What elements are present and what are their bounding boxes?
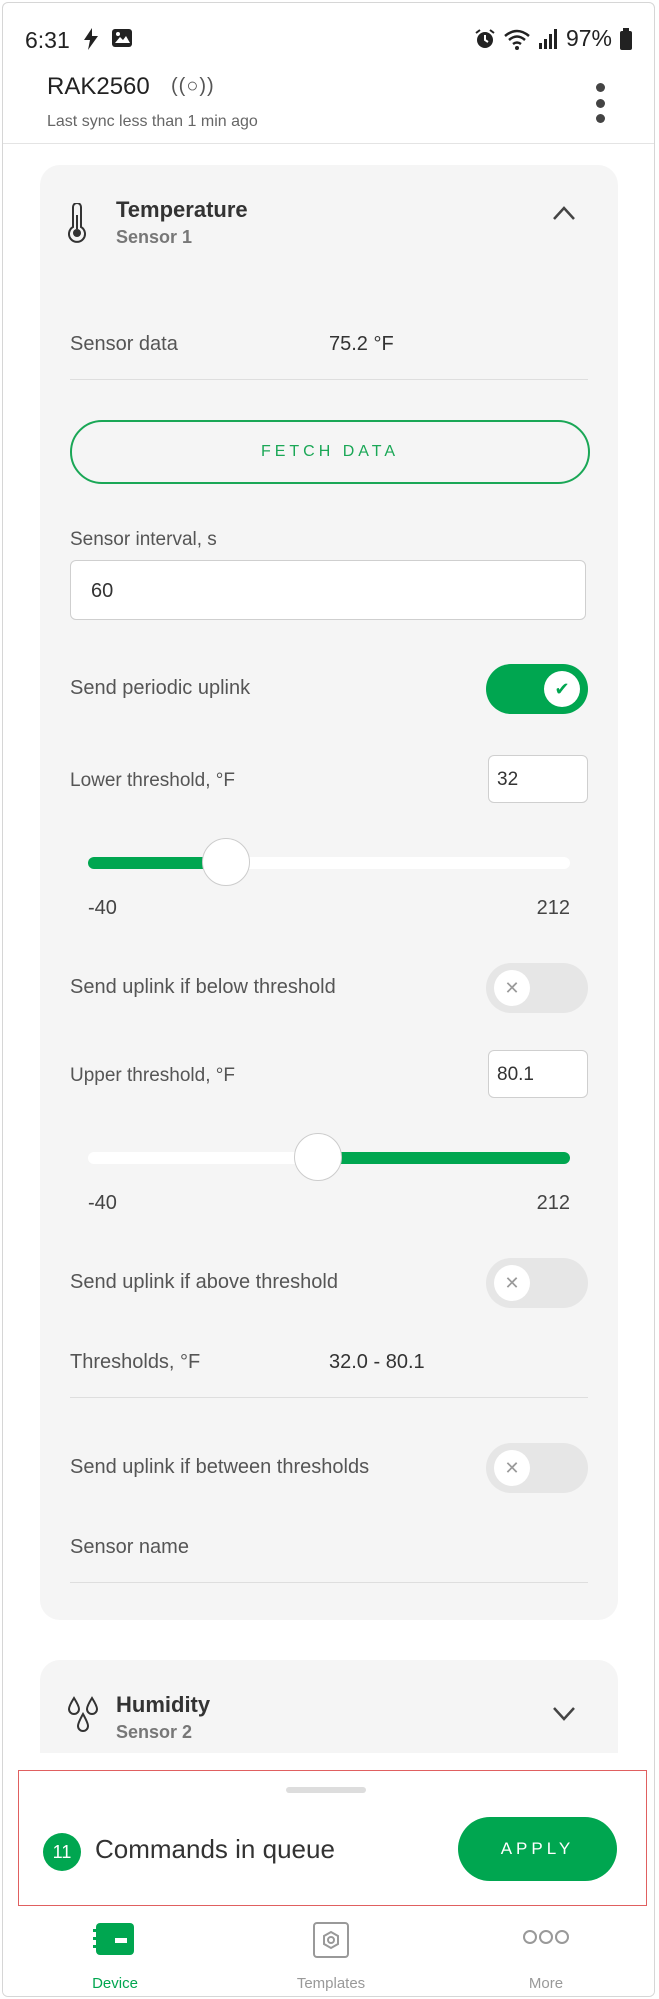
lower-threshold-slider[interactable] [88,838,570,886]
nav-more-label: More [528,1975,564,1992]
chevron-down-icon[interactable] [552,1706,576,1722]
temperature-card-header[interactable]: Temperature Sensor 1 [40,165,618,265]
periodic-uplink-label: Send periodic uplink [70,677,251,699]
templates-icon [313,1922,349,1958]
connection-icon: ((○)) [171,75,215,97]
close-icon: ✕ [494,1450,530,1486]
nav-more[interactable]: More [471,1913,621,1996]
upper-threshold-input[interactable]: 80.1 [488,1050,588,1098]
device-icon [93,1923,134,1955]
card-subtitle: Sensor 1 [116,227,193,247]
menu-dot [595,114,605,123]
card-title: Temperature [116,197,248,222]
thermometer-icon [68,203,86,243]
image-icon [112,29,132,47]
sensor-name-label: Sensor name [70,1536,189,1558]
lower-threshold-label: Lower threshold, °F [70,770,235,791]
close-icon: ✕ [494,1265,530,1301]
divider [70,1397,588,1398]
sensor-data-value: 75.2 °F [329,333,394,355]
wifi-icon [504,29,530,50]
between-threshold-toggle[interactable]: ✕ [486,1443,588,1493]
sensor-interval-label: Sensor interval, s [70,529,217,550]
alarm-icon [475,28,495,48]
menu-dot [595,83,605,92]
card-title: Humidity [116,1692,211,1717]
more-dots-icon [523,1930,569,1944]
nav-device[interactable]: Device [40,1913,190,1996]
thresholds-value: 32.0 - 80.1 [329,1351,425,1373]
sensor-interval-input[interactable]: 60 [70,560,586,620]
below-threshold-toggle[interactable]: ✕ [486,963,588,1013]
card-subtitle: Sensor 2 [116,1722,193,1742]
battery-percent: 97% [565,25,612,51]
sensor-data-label: Sensor data [70,333,178,355]
app-header: RAK2560 ((○)) Last sync less than 1 min … [3,63,654,144]
between-threshold-label: Send uplink if between thresholds [70,1456,370,1478]
bottom-navigation: Device Templates More [3,1913,654,1996]
device-title: RAK2560 [47,73,150,100]
app-window: 6:31 97% RAK2560 ((○)) Last sync less th… [2,2,655,1997]
sensor-name-underline[interactable] [70,1582,588,1583]
queue-count-badge: 11 [43,1833,81,1871]
apply-button[interactable]: APPLY [458,1817,617,1881]
nav-templates[interactable]: Templates [256,1913,406,1996]
chevron-up-icon[interactable] [552,205,576,221]
signal-icon [538,28,557,49]
queue-text: Commands in queue [95,1834,335,1864]
sync-status: Last sync less than 1 min ago [47,113,258,130]
divider [70,379,588,380]
droplets-icon [67,1696,99,1732]
temperature-card: Temperature Sensor 1 Sensor data 75.2 °F… [40,165,618,1620]
nav-device-label: Device [92,1975,138,1992]
flash-icon [84,28,98,50]
battery-icon [620,27,632,50]
slider-thumb[interactable] [293,1133,342,1181]
slider-fill [317,1152,570,1164]
menu-dot [595,98,605,108]
more-menu-button[interactable] [594,83,606,123]
thresholds-label: Thresholds, °F [70,1351,201,1373]
check-icon: ✔ [544,671,580,707]
lower-threshold-input[interactable]: 32 [488,755,588,803]
above-threshold-toggle[interactable]: ✕ [486,1258,588,1308]
below-threshold-label: Send uplink if below threshold [70,976,336,998]
upper-slider-max: 212 [536,1192,570,1214]
upper-slider-min: -40 [88,1192,117,1214]
lower-slider-min: -40 [88,897,117,919]
status-time: 6:31 [25,27,70,53]
fetch-data-button[interactable]: FETCH DATA [70,420,590,484]
humidity-card-header[interactable]: Humidity Sensor 2 [40,1660,618,1760]
nav-templates-label: Templates [296,1975,366,1992]
upper-threshold-slider[interactable] [88,1133,570,1181]
upper-threshold-label: Upper threshold, °F [70,1065,235,1086]
lower-slider-max: 212 [536,897,570,919]
above-threshold-label: Send uplink if above threshold [70,1271,338,1293]
slider-thumb[interactable] [201,838,250,886]
close-icon: ✕ [494,970,530,1006]
periodic-uplink-toggle[interactable]: ✔ [486,664,588,714]
command-queue-sheet: 11 Commands in queue APPLY [3,1753,654,1913]
